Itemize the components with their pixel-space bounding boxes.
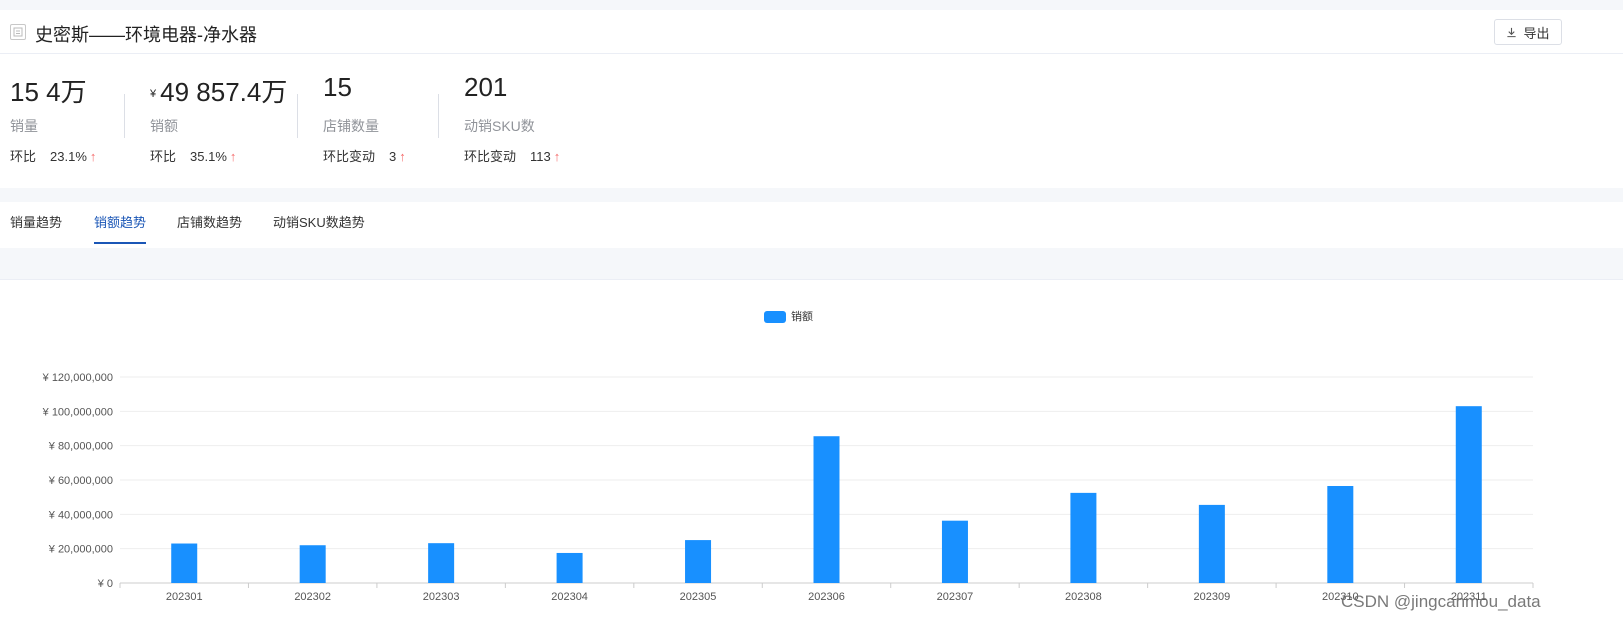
chart-panel: ¥ 0 ¥ 20,000,000 ¥ 40,000,000 ¥ 60,000,000 ¥… [0,280,1623,642]
legend-label: 销额 [791,309,813,323]
kpi-value: ¥49 857.4万 [150,77,288,107]
export-button[interactable]: 导出 [1494,19,1562,45]
bar [556,552,583,583]
legend-swatch [764,311,786,323]
bar [428,543,455,583]
bar [941,520,968,583]
x-tick-label: 202308 [1065,591,1102,603]
x-tick-label: 202309 [1194,591,1231,603]
kpi-label: 动销SKU数 [464,118,535,134]
change-value: 23.1% [50,149,87,164]
up-arrow-icon: ↑ [89,149,97,164]
change-label: 环比变动 [464,149,517,164]
section-gap [0,248,1623,280]
tab-active-sku-trend[interactable]: 动销SKU数趋势 [273,212,365,242]
y-tick-label: ¥ 60,000,000 [48,475,113,487]
kpi-change: 环比变动 113 ↑ [464,146,560,165]
up-arrow-icon: ↑ [553,149,561,164]
x-tick-label: 202302 [294,591,331,603]
tab-store-count-trend[interactable]: 店铺数趋势 [177,212,242,242]
y-tick-label: ¥ 120,000,000 [42,372,113,384]
x-tick-label: 202304 [551,591,588,603]
kpi-label: 销额 [150,118,178,134]
change-label: 环比 [150,149,177,164]
bar [1198,504,1225,583]
y-tick-label: ¥ 80,000,000 [48,441,113,453]
export-label: 导出 [1523,25,1550,41]
kpi-change: 环比 23.1% ↑ [10,146,96,165]
trend-tabs: 销量趋势 销额趋势 店铺数趋势 动销SKU数趋势 [0,202,1623,248]
section-gap [0,188,1623,202]
up-arrow-icon: ↑ [229,149,237,164]
up-arrow-icon: ↑ [399,149,406,164]
kpi-value: 201 [464,72,508,102]
y-tick-label: ¥ 100,000,000 [42,406,113,418]
x-tick-label: 202306 [808,591,845,603]
change-value: 3 [389,149,397,164]
kpi-label: 销量 [10,118,38,134]
bar [813,436,840,583]
watermark: CSDN @jingcanmou_data [1341,592,1541,611]
bar [299,545,326,583]
x-tick-label: 202303 [423,591,460,603]
y-tick-label: ¥ 20,000,000 [48,544,113,556]
download-icon [1507,27,1517,37]
tab-sales-amount-trend[interactable]: 销额趋势 [94,212,147,244]
bar [1070,492,1097,583]
kpi-divider [438,94,439,138]
kpi-label: 店铺数量 [323,118,379,134]
change-label: 环比 [10,149,37,164]
bar [171,543,198,583]
page-header: 史密斯——环境电器-净水器 导出 [0,10,1623,54]
tab-sales-volume-trend[interactable]: 销量趋势 [10,212,62,242]
kpi-panel: 15 4万 销量 环比 23.1% ↑ ¥49 857.4万 销额 环比 35.1% ↑… [0,54,1623,188]
kpi-value: 15 [323,72,352,102]
bar [685,540,712,583]
kpi-value: 15 4万 [10,77,87,107]
x-tick-label: 202301 [166,591,203,603]
top-strip [0,0,1623,10]
kpi-divider [124,94,125,138]
bar [1455,406,1482,583]
kpi-divider [297,94,298,138]
bar [1327,486,1354,583]
y-tick-label: ¥ 0 [97,578,113,590]
y-tick-label: ¥ 40,000,000 [48,509,113,521]
product-icon [10,24,26,40]
x-tick-label: 202307 [937,591,974,603]
change-label: 环比变动 [323,149,376,164]
kpi-change: 环比变动 3 ↑ [323,146,406,165]
kpi-change: 环比 35.1% ↑ [150,146,236,165]
sales-amount-bar-chart: ¥ 0 ¥ 20,000,000 ¥ 40,000,000 ¥ 60,000,000 ¥… [42,309,1534,603]
currency-symbol: ¥ [150,88,157,101]
x-tick-label: 202305 [680,591,717,603]
change-value: 35.1% [190,149,227,164]
change-value: 113 [530,149,551,164]
page-title: 史密斯——环境电器-净水器 [35,25,257,45]
